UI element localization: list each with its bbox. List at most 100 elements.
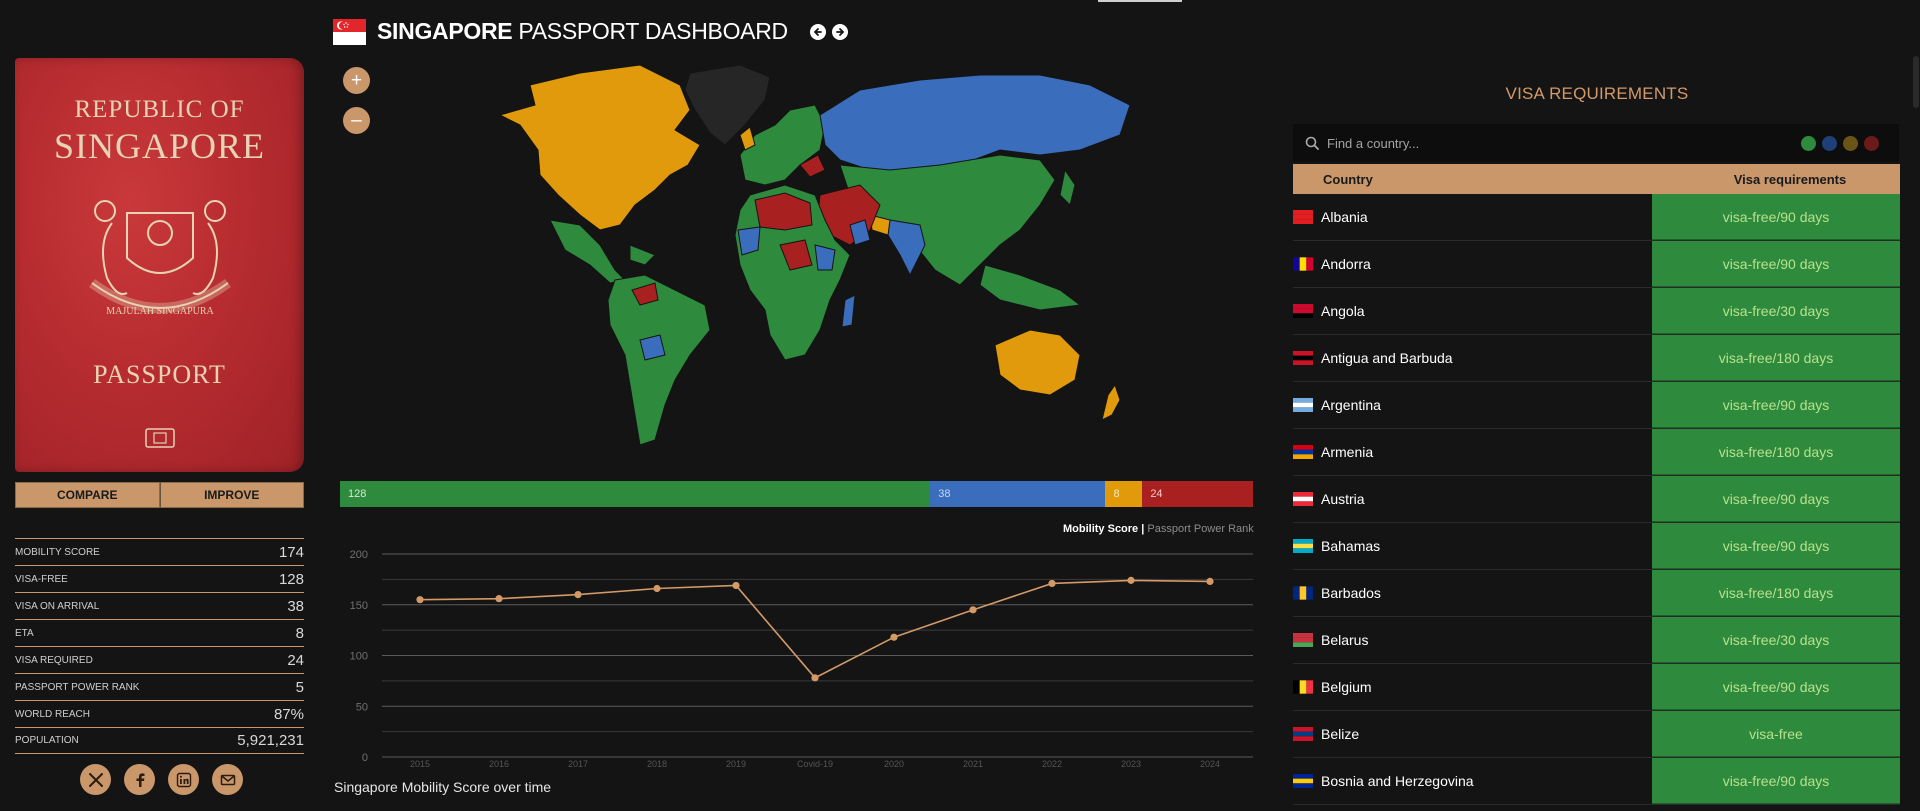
data-point	[1127, 576, 1135, 584]
stat-label: MOBILITY SCORE	[15, 546, 100, 558]
data-point	[811, 674, 819, 682]
x-tick-label: 2018	[647, 759, 667, 769]
facebook-icon[interactable]	[124, 764, 155, 795]
filter-eta-dot[interactable]	[1843, 136, 1858, 151]
x-tick-label: 2023	[1121, 759, 1141, 769]
previous-passport-button[interactable]	[809, 23, 826, 40]
next-passport-button[interactable]	[831, 23, 848, 40]
summary-eta-segment[interactable]: 8	[1105, 481, 1143, 507]
stat-mobility-score: MOBILITY SCORE 174	[15, 538, 304, 565]
data-point	[416, 596, 424, 604]
country-name-cell: Austria	[1293, 491, 1652, 507]
x-tick-label: 2017	[568, 759, 588, 769]
country-search-box	[1293, 124, 1899, 162]
x-tick-label: 2020	[884, 759, 904, 769]
country-flag-icon	[1293, 774, 1313, 788]
stat-passport-power-rank: PASSPORT POWER RANK 5	[15, 673, 304, 700]
country-name-cell: Barbados	[1293, 585, 1652, 601]
table-row[interactable]: Bosnia and Herzegovina visa-free/90 days	[1293, 758, 1900, 805]
country-flag-icon	[1293, 727, 1313, 741]
stat-value: 128	[278, 570, 304, 588]
country-flag-icon	[1293, 351, 1313, 365]
table-row[interactable]: Angola visa-free/30 days	[1293, 288, 1900, 335]
visa-requirement-cell: visa-free/90 days	[1652, 523, 1900, 569]
world-visa-map[interactable]	[440, 55, 1160, 455]
data-point	[890, 633, 898, 641]
country-name: Armenia	[1321, 444, 1374, 460]
visa-requirement-cell: visa-free/90 days	[1652, 194, 1900, 240]
linkedin-icon[interactable]	[168, 764, 199, 795]
visa-requirement-cell: visa-free/90 days	[1652, 758, 1900, 804]
stat-label: ETA	[15, 627, 34, 639]
table-row[interactable]: Andorra visa-free/90 days	[1293, 241, 1900, 288]
filter-visa-free-dot[interactable]	[1801, 136, 1816, 151]
table-row[interactable]: Barbados visa-free/180 days	[1293, 570, 1900, 617]
map-region-russia	[819, 74, 1131, 171]
visa-requirement-cell: visa-free/180 days	[1652, 429, 1900, 475]
summary-visa-free-segment[interactable]: 128	[340, 481, 931, 507]
country-name: Angola	[1321, 303, 1365, 319]
country-name-cell: Bosnia and Herzegovina	[1293, 773, 1652, 789]
country-name-cell: Belarus	[1293, 632, 1652, 648]
country-name: Bosnia and Herzegovina	[1321, 773, 1474, 789]
mobility-score-toggle[interactable]: Mobility Score	[1063, 523, 1138, 535]
country-search-input[interactable]	[1327, 135, 1767, 151]
country-name-cell: Belgium	[1293, 679, 1652, 695]
chart-title: Singapore Mobility Score over time	[334, 779, 552, 795]
stat-label: POPULATION	[15, 735, 79, 746]
map-region-madagascar	[841, 294, 856, 328]
stat-world-reach: WORLD REACH 87%	[15, 700, 304, 727]
table-row[interactable]: Armenia visa-free/180 days	[1293, 429, 1900, 476]
data-point	[495, 595, 503, 603]
column-header-visa[interactable]: Visa requirements	[1680, 172, 1900, 187]
table-row[interactable]: Belgium visa-free/90 days	[1293, 664, 1900, 711]
mobility-score-chart: 0 50 100 150 200 2015 2016 2017 2018 2019 Covid-19…	[350, 549, 1253, 769]
page-scrollbar[interactable]	[1912, 0, 1920, 811]
summary-visa-required-segment[interactable]: 24	[1142, 481, 1253, 507]
stat-visa-free: VISA-FREE 128	[15, 565, 304, 592]
stat-value: 5	[295, 678, 304, 696]
table-row[interactable]: Argentina visa-free/90 days	[1293, 382, 1900, 429]
map-region-west-africa	[737, 226, 761, 256]
data-point	[574, 591, 582, 599]
table-row[interactable]: Belarus visa-free/30 days	[1293, 617, 1900, 664]
stat-population: POPULATION 5,921,231	[15, 727, 304, 754]
summary-visa-on-arrival-segment[interactable]: 38	[930, 481, 1106, 507]
filter-visa-on-arrival-dot[interactable]	[1822, 136, 1837, 151]
map-zoom-out-button[interactable]: –	[343, 107, 370, 134]
dashboard-header: SINGAPORE PASSPORT DASHBOARD	[333, 18, 848, 45]
stat-label: WORLD REACH	[15, 708, 91, 720]
email-icon[interactable]	[212, 764, 243, 795]
column-header-country[interactable]: Country	[1293, 172, 1680, 187]
map-region-southeast-asia	[979, 264, 1082, 311]
filter-visa-required-dot[interactable]	[1864, 136, 1879, 151]
stat-value: 174	[278, 543, 304, 561]
x-icon[interactable]	[80, 764, 111, 795]
y-tick-label: 200	[350, 549, 368, 561]
stat-value: 87%	[273, 705, 304, 723]
singapore-crest-icon: MAJULAH SINGAPURA	[89, 200, 231, 317]
table-row[interactable]: Albania visa-free/90 days	[1293, 194, 1900, 241]
compare-button[interactable]: COMPARE	[15, 482, 160, 508]
map-zoom-in-button[interactable]: +	[343, 67, 370, 94]
map-region-uk	[739, 126, 756, 151]
map-region-south-america	[607, 274, 711, 446]
search-icon	[1305, 136, 1319, 150]
table-row[interactable]: Belize visa-free	[1293, 711, 1900, 758]
table-row[interactable]: Austria visa-free/90 days	[1293, 476, 1900, 523]
visa-requirement-cell: visa-free/90 days	[1652, 476, 1900, 522]
map-region-east-africa	[814, 244, 836, 271]
passport-action-buttons: COMPARE IMPROVE	[15, 482, 304, 508]
passport-power-rank-toggle[interactable]: Passport Power Rank	[1147, 523, 1253, 535]
passport-label-text: PASSPORT	[93, 360, 226, 389]
table-row[interactable]: Bahamas visa-free/90 days	[1293, 523, 1900, 570]
country-name: Belize	[1321, 726, 1360, 742]
x-tick-label: Covid-19	[797, 759, 833, 769]
country-flag-icon	[1293, 210, 1313, 224]
scrollbar-thumb[interactable]	[1913, 56, 1919, 108]
table-row[interactable]: Antigua and Barbuda visa-free/180 days	[1293, 335, 1900, 382]
x-tick-label: 2022	[1042, 759, 1062, 769]
improve-button[interactable]: IMPROVE	[159, 482, 304, 508]
visa-requirement-cell: visa-free/30 days	[1652, 288, 1900, 334]
page-title: SINGAPORE PASSPORT DASHBOARD	[377, 18, 788, 44]
